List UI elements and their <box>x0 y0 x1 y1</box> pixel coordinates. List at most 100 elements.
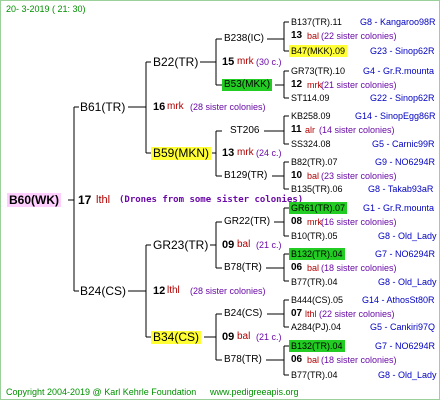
root-note: (Drones from some sister colonies) <box>119 195 304 205</box>
gen3-queen-label[interactable]: B238(IC) <box>224 33 264 45</box>
gen4-queen-name[interactable]: B82(TR).07 <box>291 156 338 168</box>
gen4-mark: mrk <box>307 80 322 90</box>
gen4-queen-name[interactable]: B137(TR).11 <box>291 16 342 28</box>
gen1-queen-label[interactable]: B61(TR) <box>80 101 125 114</box>
gen4-generation: 06 <box>291 262 303 273</box>
gen4-mark: alr <box>305 125 316 135</box>
gen2-mark: mrk <box>237 56 254 67</box>
connector-gr22 <box>274 207 289 237</box>
pedigree-page: 20- 3-2019 ( 21: 30) B60(WK) 17 lthl (Dr… <box>0 0 440 400</box>
header-date: 20- 3-2019 ( 21: 30) <box>6 4 86 14</box>
gen4-breeder-code: G8 - Old_Lady <box>378 370 437 380</box>
gen4-note: (22 sister colonies) <box>321 31 397 41</box>
gen2-generation: 15 <box>222 56 235 68</box>
gen2-note: (21 c.) <box>256 240 282 250</box>
gen4-note: (21 sister colonies) <box>321 80 397 90</box>
gen4-breeder-code: G7 - NO6294R <box>375 249 436 259</box>
gen4-queen-name[interactable]: B77(TR).04 <box>291 369 338 381</box>
gen4-mark: bal <box>307 31 320 41</box>
gen4-queen-name[interactable]: B444(CS).05 <box>291 294 343 306</box>
gen4-queen-name[interactable]: ST114.09 <box>291 92 329 104</box>
connector-b34 <box>204 313 222 361</box>
gen2-queen-label[interactable]: B34(CS) <box>151 331 202 344</box>
gen3-queen-label[interactable]: B24(CS) <box>224 308 262 320</box>
connector-b78a <box>266 253 289 282</box>
gen4-breeder-code: G23 - Sinop62R <box>370 46 435 56</box>
gen4-breeder-code: G7 - NO6294R <box>375 341 436 351</box>
gen4-note: (14 sister colonies) <box>319 125 395 135</box>
gen4-generation: 06 <box>291 354 303 365</box>
gen1-mark: lthl <box>167 285 180 296</box>
gen4-breeder-code: G8 - Old_Lady <box>378 277 437 287</box>
gen4-breeder-code: G8 - Kangaroo98R <box>360 17 436 27</box>
gen4-breeder-code: G14 - AthosSt80R <box>362 295 435 305</box>
footer-url[interactable]: www.pedigreeapis.org <box>210 386 299 398</box>
footer-copyright: Copyright 2004-2019 @ Karl Kehrle Founda… <box>6 387 197 397</box>
gen4-queen-name[interactable]: B132(TR).04 <box>289 340 345 352</box>
root-queen-label[interactable]: B60(WK) <box>7 193 61 207</box>
connector-b61 <box>128 61 151 154</box>
gen4-mark: mrk <box>307 217 322 227</box>
gen4-queen-name[interactable]: B132(TR).04 <box>289 248 345 260</box>
gen4-breeder-code: G5 - Cankiri97Q <box>370 322 436 332</box>
gen1-generation: 12 <box>153 285 166 297</box>
gen4-note: (18 sister colonies) <box>321 355 397 365</box>
connector-b59 <box>212 130 222 177</box>
gen4-note: (23 sister colonies) <box>321 171 397 181</box>
gen4-breeder-code: G22 - Sinop62R <box>370 93 435 103</box>
gen3-queen-label[interactable]: ST206 <box>230 125 259 137</box>
gen2-note: (30 c.) <box>256 57 282 67</box>
gen4-generation: 12 <box>291 79 303 90</box>
gen2-mark: bal <box>237 239 251 250</box>
gen4-queen-name[interactable]: B47(MKK).09 <box>289 45 348 57</box>
gen2-queen-label[interactable]: B22(TR) <box>153 56 198 69</box>
gen4-generation: 10 <box>291 170 303 181</box>
gen4-breeder-code: G14 - SinopEgg86R <box>355 111 436 121</box>
connector-b53 <box>275 70 289 99</box>
gen3-queen-label[interactable]: B78(TR) <box>224 262 262 274</box>
gen2-note: (21 c.) <box>256 332 282 342</box>
gen3-queen-label[interactable]: B78(TR) <box>224 354 262 366</box>
gen4-generation: 11 <box>291 124 302 135</box>
gen4-mark: bal <box>307 171 320 181</box>
gen4-generation: 08 <box>291 216 303 227</box>
gen4-breeder-code: G9 - NO6294R <box>375 157 436 167</box>
gen4-note: (22 sister colonies) <box>319 309 395 319</box>
gen2-generation: 13 <box>222 147 235 159</box>
gen2-queen-label[interactable]: GR23(TR) <box>153 239 208 252</box>
gen4-queen-name[interactable]: B135(TR).06 <box>291 183 343 195</box>
gen3-queen-label[interactable]: GR22(TR) <box>224 216 270 228</box>
root-generation: 17 <box>78 193 92 207</box>
connector-st206 <box>264 115 289 145</box>
gen4-breeder-code: G4 - Gr.R.mounta <box>363 66 435 76</box>
gen1-note: (28 sister colonies) <box>190 286 266 296</box>
gen4-breeder-code: G8 - Old_Lady <box>378 231 437 241</box>
gen3-queen-label[interactable]: B129(TR) <box>224 170 267 182</box>
gen2-generation: 09 <box>222 239 235 251</box>
gen4-queen-name[interactable]: GR73(TR).10 <box>291 65 345 77</box>
gen4-note: (18 sister colonies) <box>321 263 397 273</box>
gen3-queen-label[interactable]: B53(MKK) <box>222 79 273 91</box>
gen4-note: (16 sister colonies) <box>321 217 397 227</box>
gen4-queen-name[interactable]: SS324.08 <box>291 138 331 150</box>
gen4-queen-name[interactable]: A284(PJ).04 <box>291 321 341 333</box>
connector-b22 <box>200 38 222 86</box>
connector-gr23 <box>210 221 222 269</box>
gen2-queen-label[interactable]: B59(MKN) <box>151 147 212 160</box>
gen4-queen-name[interactable]: B10(TR).05 <box>291 230 338 242</box>
gen4-breeder-code: G5 - Carnic99R <box>372 139 435 149</box>
gen2-mark: mrk <box>237 147 254 158</box>
gen1-queen-label[interactable]: B24(CS) <box>80 285 126 298</box>
gen2-mark: bal <box>237 331 251 342</box>
gen2-note: (24 c.) <box>256 148 282 158</box>
gen4-queen-name[interactable]: KB258.09 <box>291 110 331 122</box>
gen4-generation: 13 <box>291 30 303 41</box>
gen4-mark: bal <box>307 263 320 273</box>
connector-b78b <box>266 345 289 376</box>
connector-b238 <box>267 21 289 52</box>
gen4-queen-name[interactable]: B77(TR).04 <box>291 276 338 288</box>
gen4-queen-name[interactable]: GR61(TR).07 <box>289 202 348 214</box>
root-mark: lthl <box>96 194 111 206</box>
connector-b24cs <box>267 299 289 328</box>
gen4-breeder-code: G8 - Takab93aR <box>368 184 434 194</box>
